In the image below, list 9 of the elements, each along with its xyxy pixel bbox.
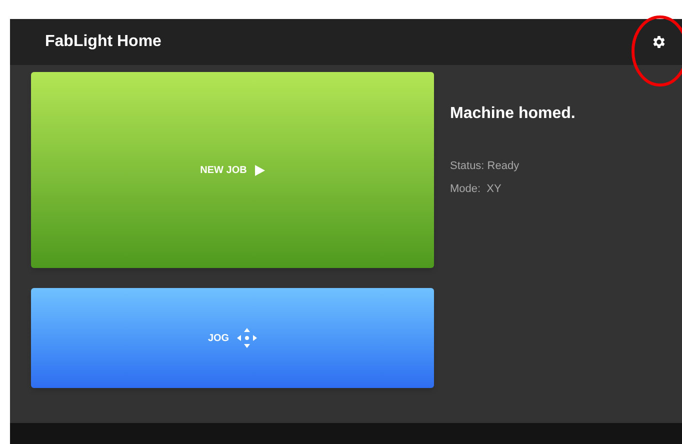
status-heading: Machine homed. (450, 104, 576, 124)
new-job-button[interactable]: NEW JOB (31, 72, 434, 268)
jog-button[interactable]: JOG (31, 288, 434, 388)
settings-icon[interactable] (651, 34, 667, 50)
play-icon (254, 164, 265, 176)
move-arrows-icon (237, 328, 258, 348)
app-title: FabLight Home (45, 32, 162, 52)
status-line: Mode: XY (450, 182, 502, 196)
status-line: Status: Ready (450, 159, 520, 174)
